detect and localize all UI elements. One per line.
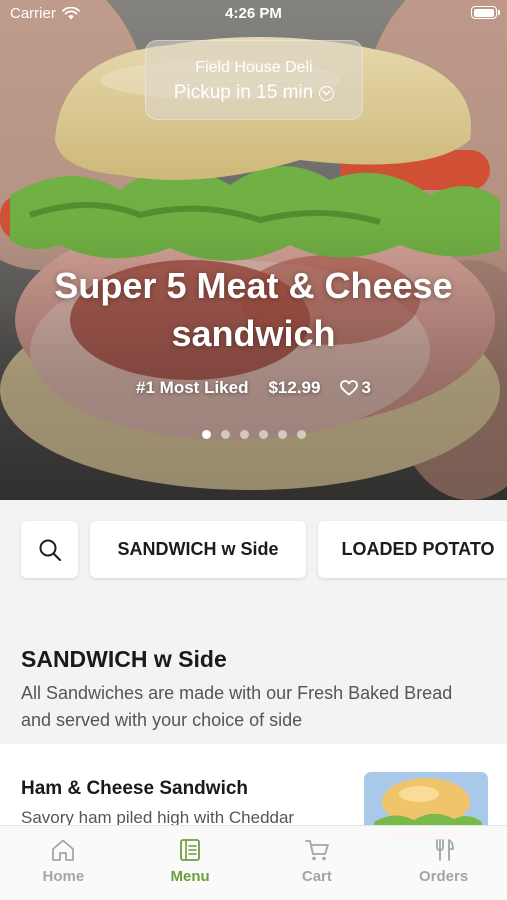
carousel-page-indicator[interactable] [0,430,507,439]
tab-menu-label: Menu [170,868,210,885]
featured-item-price: $12.99 [268,378,321,397]
tab-home[interactable]: Home [0,826,127,900]
carousel-dot[interactable] [201,430,211,439]
tab-orders-label: Orders [419,868,469,885]
likes: 3 [340,378,371,398]
cart-icon [304,840,329,861]
tab-cart[interactable]: Cart [254,826,381,900]
tab-cart-label: Cart [301,868,332,885]
battery-level [473,8,494,17]
store-name: Field House Deli [195,59,313,76]
utensils-icon [435,839,454,861]
tab-bar: Home Menu Cart Orders [0,825,507,900]
carousel-dot[interactable] [220,430,230,439]
search-icon [39,539,61,561]
menu-item-name: Ham & Cheese Sandwich [21,778,249,799]
section-description: All Sandwiches are made with our Fresh B… [21,683,453,730]
clock: 4:26 PM [225,5,282,22]
menu-book-icon [180,839,201,861]
search-button[interactable] [21,521,78,578]
carousel-dot[interactable] [296,430,306,439]
tab-home-label: Home [42,868,85,885]
status-bar: Carrier 4:26 PM [0,0,507,28]
carousel-dot[interactable] [277,430,287,439]
category-chip-sandwich-w-side[interactable]: SANDWICH w Side [90,521,306,578]
home-icon [52,839,75,861]
chevron-down-icon [319,85,335,101]
tab-menu[interactable]: Menu [127,826,254,900]
likes-count: 3 [361,378,371,397]
section-title: SANDWICH w Side [21,646,227,672]
hero-banner[interactable]: Carrier 4:26 PM Field House Deli Pickup … [0,0,507,500]
carousel-dot[interactable] [258,430,268,439]
pickup-label: Pickup in 15 min [173,82,314,103]
category-chip-loaded-potato[interactable]: LOADED POTATO [318,521,507,578]
store-pickup-selector[interactable]: Field House Deli Pickup in 15 min [145,40,363,120]
tab-orders[interactable]: Orders [380,826,507,900]
most-liked-badge: #1 Most Liked [136,378,249,397]
featured-item-title: Super 5 Meat & Cheese sandwich [54,265,453,354]
featured-item-meta: #1 Most Liked $12.99 3 [0,378,507,398]
pickup-time: Pickup in 15 min [146,82,362,104]
battery-icon [471,6,500,19]
heart-icon [340,380,359,396]
carousel-dot[interactable] [239,430,249,439]
